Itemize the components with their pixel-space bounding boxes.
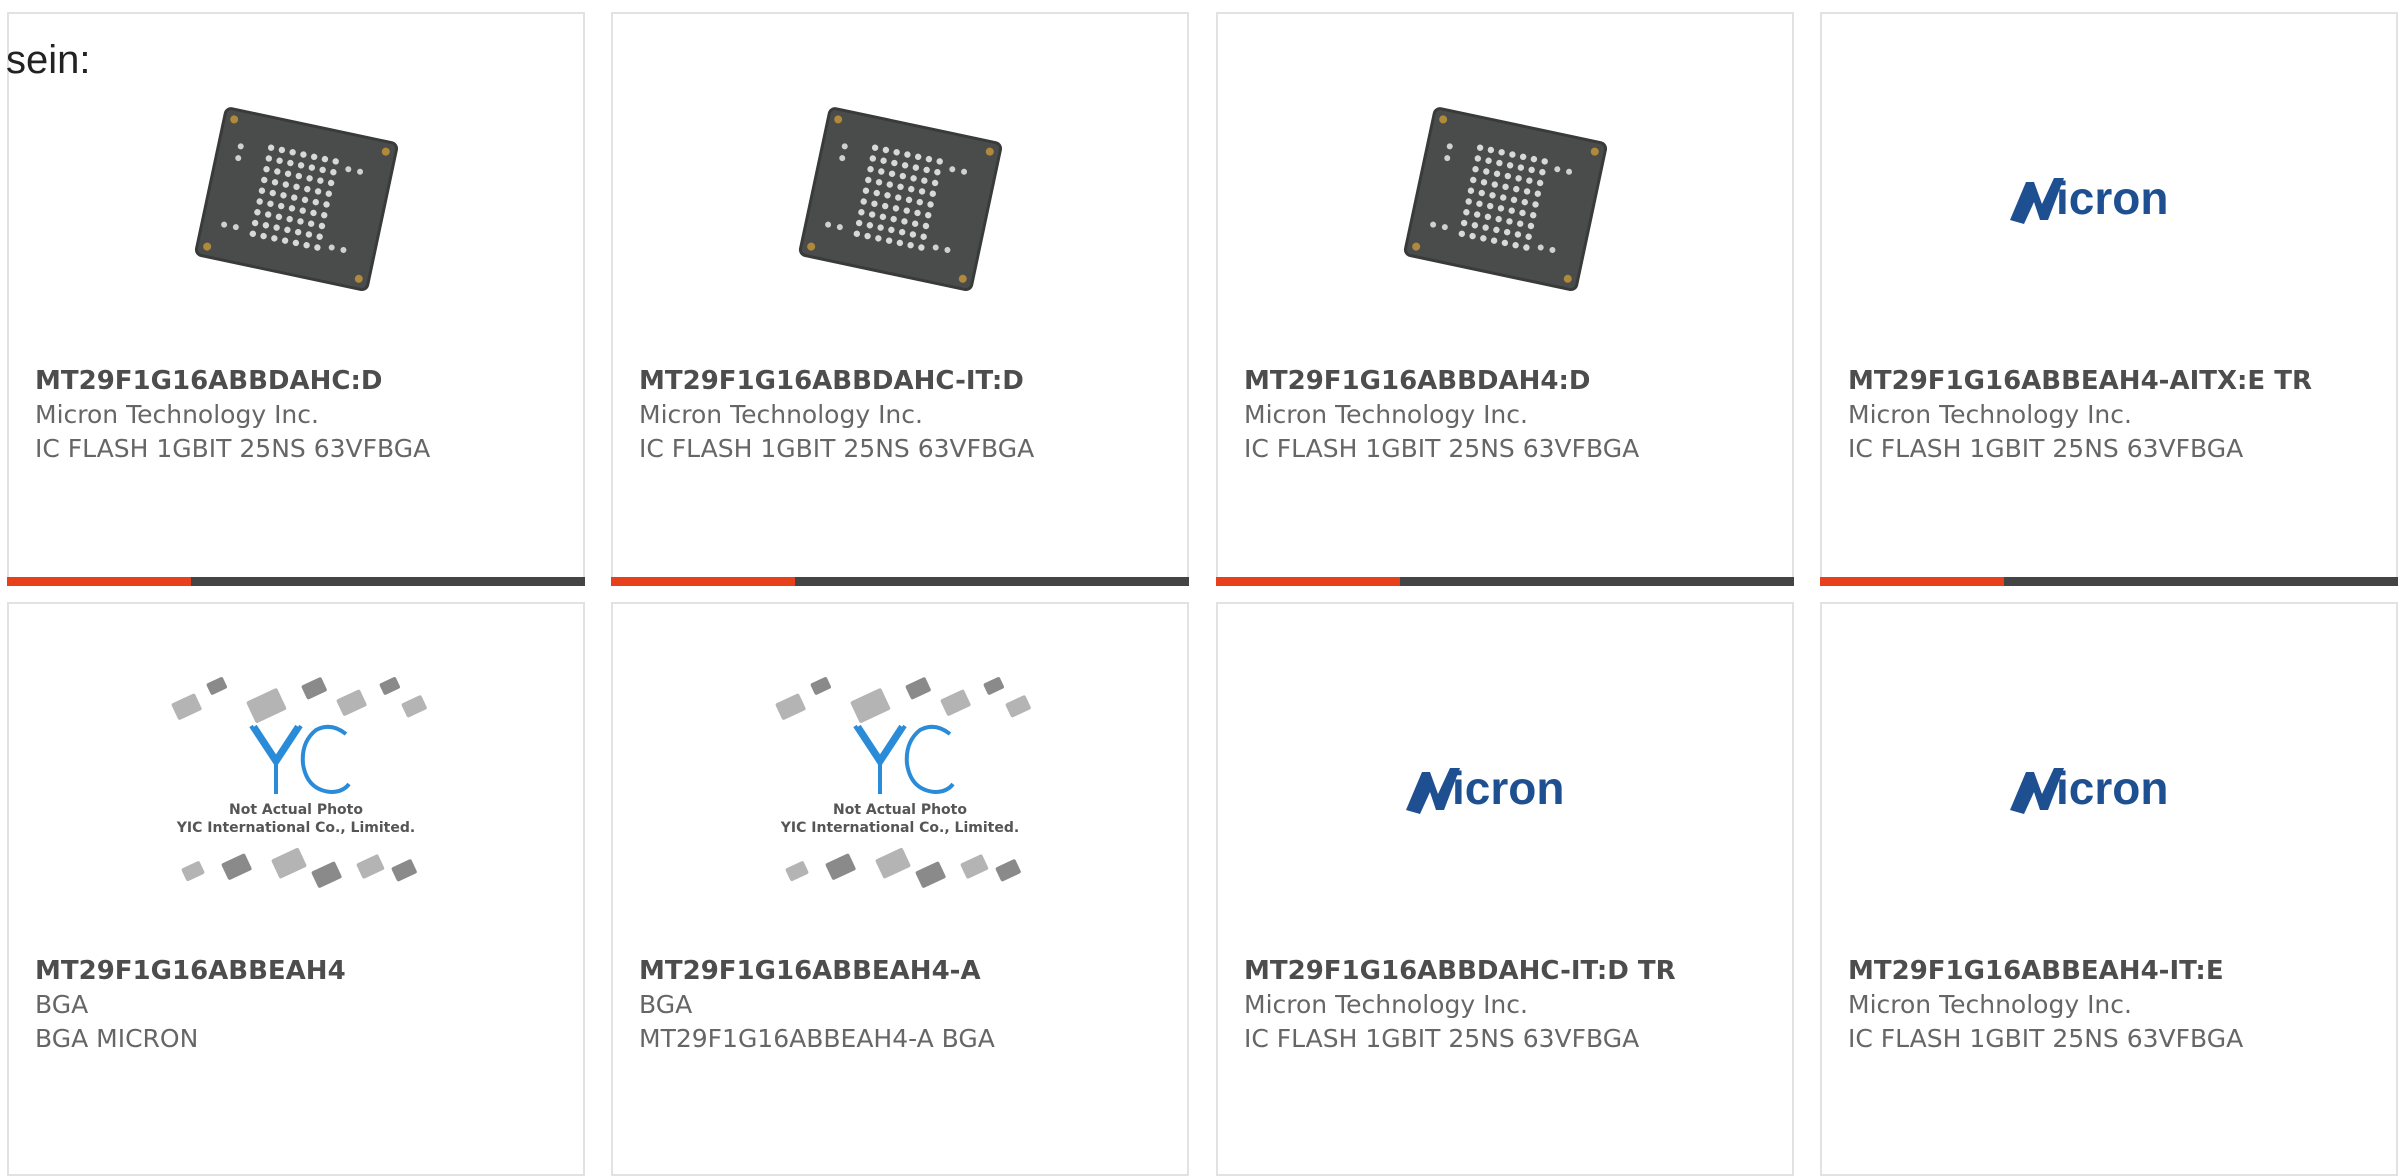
memory-chip-icon	[194, 107, 399, 292]
manufacturer: Micron Technology Inc.	[639, 400, 923, 429]
product-card[interactable]: MT29F1G16ABBDAH4:D Micron Technology Inc…	[1216, 12, 1794, 586]
product-info: MT29F1G16ABBDAHC-IT:D Micron Technology …	[639, 364, 1173, 466]
product-info: MT29F1G16ABBDAHC:D Micron Technology Inc…	[35, 364, 569, 466]
product-image: icron	[1822, 674, 2396, 904]
product-image: icron	[1822, 84, 2396, 314]
svg-text:icron: icron	[1452, 762, 1564, 814]
part-number[interactable]: MT29F1G16ABBDAH4:D	[1244, 364, 1778, 398]
micron-logo: icron	[2010, 172, 2168, 224]
manufacturer: Micron Technology Inc.	[1848, 400, 2132, 429]
card-progress-bar	[1820, 577, 2398, 586]
product-info: MT29F1G16ABBDAHC-IT:D TR Micron Technolo…	[1244, 954, 1778, 1056]
card-progress-accent	[7, 577, 191, 586]
part-number[interactable]: MT29F1G16ABBEAH4-A	[639, 954, 1173, 988]
manufacturer: Micron Technology Inc.	[1244, 990, 1528, 1019]
manufacturer: BGA	[35, 990, 89, 1019]
memory-chip-icon	[798, 107, 1003, 292]
product-description: IC FLASH 1GBIT 25NS 63VFBGA	[639, 434, 1035, 463]
product-info: MT29F1G16ABBEAH4 BGA BGA MICRON	[35, 954, 569, 1056]
not-actual-photo-placeholder: Not Actual Photo YIC International Co., …	[171, 677, 427, 888]
svg-text:YIC International Co., Limited: YIC International Co., Limited.	[176, 820, 415, 836]
svg-text:icron: icron	[2056, 172, 2168, 224]
card-progress-accent	[1820, 577, 2004, 586]
part-number[interactable]: MT29F1G16ABBEAH4-IT:E	[1848, 954, 2382, 988]
product-image: icron	[1218, 674, 1792, 904]
manufacturer: Micron Technology Inc.	[1244, 400, 1528, 429]
product-card[interactable]: Not Actual Photo YIC International Co., …	[611, 602, 1189, 1176]
product-info: MT29F1G16ABBEAH4-A BGA MT29F1G16ABBEAH4-…	[639, 954, 1173, 1056]
product-image: Not Actual Photo YIC International Co., …	[9, 674, 583, 904]
part-number[interactable]: MT29F1G16ABBEAH4	[35, 954, 569, 988]
product-description: BGA MICRON	[35, 1024, 199, 1053]
product-image	[1218, 84, 1792, 314]
product-info: MT29F1G16ABBEAH4-AITX:E TR Micron Techno…	[1848, 364, 2382, 466]
product-image	[613, 84, 1187, 314]
svg-text:Not Actual Photo: Not Actual Photo	[229, 802, 363, 818]
product-card[interactable]: MT29F1G16ABBDAHC:D Micron Technology Inc…	[7, 12, 585, 586]
part-number[interactable]: MT29F1G16ABBDAHC:D	[35, 364, 569, 398]
micron-logo: icron	[1406, 762, 1564, 814]
product-card[interactable]: icron MT29F1G16ABBEAH4-IT:E Micron Techn…	[1820, 602, 2398, 1176]
product-description: MT29F1G16ABBEAH4-A BGA	[639, 1024, 995, 1053]
part-number[interactable]: MT29F1G16ABBDAHC-IT:D	[639, 364, 1173, 398]
product-description: IC FLASH 1GBIT 25NS 63VFBGA	[1848, 434, 2244, 463]
card-progress-bar	[7, 577, 585, 586]
manufacturer: Micron Technology Inc.	[1848, 990, 2132, 1019]
svg-text:YIC International Co., Limited: YIC International Co., Limited.	[780, 820, 1019, 836]
product-card[interactable]: MT29F1G16ABBDAHC-IT:D Micron Technology …	[611, 12, 1189, 586]
product-card[interactable]: icron MT29F1G16ABBEAH4-AITX:E TR Micron …	[1820, 12, 2398, 586]
product-description: IC FLASH 1GBIT 25NS 63VFBGA	[1244, 1024, 1640, 1053]
micron-logo: icron	[2010, 762, 2168, 814]
product-card[interactable]: icron MT29F1G16ABBDAHC-IT:D TR Micron Te…	[1216, 602, 1794, 1176]
product-card[interactable]: Not Actual Photo YIC International Co., …	[7, 602, 585, 1176]
card-progress-accent	[611, 577, 795, 586]
card-progress-bar	[611, 577, 1189, 586]
intro-text: sein:	[6, 38, 91, 82]
not-actual-photo-placeholder: Not Actual Photo YIC International Co., …	[775, 677, 1031, 888]
svg-text:Not Actual Photo: Not Actual Photo	[833, 802, 967, 818]
product-info: MT29F1G16ABBDAH4:D Micron Technology Inc…	[1244, 364, 1778, 466]
product-description: IC FLASH 1GBIT 25NS 63VFBGA	[1848, 1024, 2244, 1053]
card-progress-bar	[1216, 577, 1794, 586]
memory-chip-icon	[1403, 107, 1608, 292]
manufacturer: Micron Technology Inc.	[35, 400, 319, 429]
svg-text:icron: icron	[2056, 762, 2168, 814]
product-info: MT29F1G16ABBEAH4-IT:E Micron Technology …	[1848, 954, 2382, 1056]
product-image	[9, 84, 583, 314]
manufacturer: BGA	[639, 990, 693, 1019]
part-number[interactable]: MT29F1G16ABBEAH4-AITX:E TR	[1848, 364, 2382, 398]
card-progress-accent	[1216, 577, 1400, 586]
product-image: Not Actual Photo YIC International Co., …	[613, 674, 1187, 904]
product-description: IC FLASH 1GBIT 25NS 63VFBGA	[35, 434, 431, 463]
product-description: IC FLASH 1GBIT 25NS 63VFBGA	[1244, 434, 1640, 463]
part-number[interactable]: MT29F1G16ABBDAHC-IT:D TR	[1244, 954, 1778, 988]
